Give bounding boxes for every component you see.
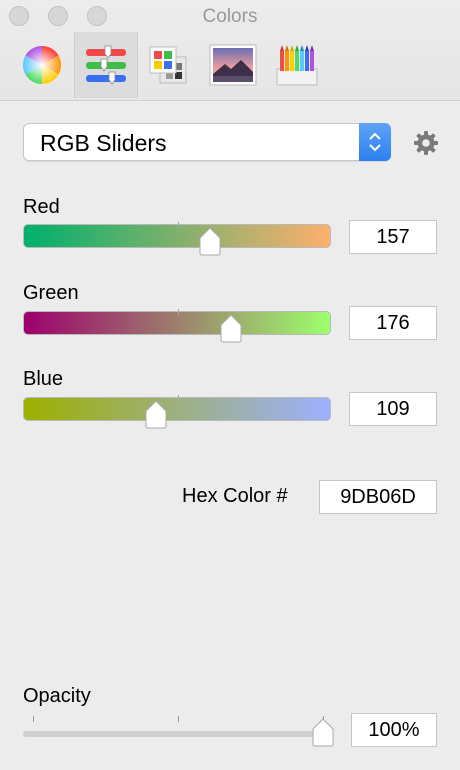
opacity-slider-track[interactable] <box>23 731 323 737</box>
red-value-field[interactable]: 157 <box>349 220 437 254</box>
tab-color-palettes[interactable] <box>137 32 199 98</box>
opacity-value-field[interactable]: 100% <box>351 713 437 747</box>
sliders-icon <box>86 45 126 85</box>
hex-color-label: Hex Color # <box>182 485 288 507</box>
popup-stepper[interactable] <box>359 123 391 161</box>
red-slider-thumb[interactable] <box>198 226 222 256</box>
tab-color-wheel[interactable] <box>11 32 73 98</box>
blue-slider-track[interactable] <box>23 395 331 421</box>
blue-slider-thumb[interactable] <box>144 399 168 429</box>
landscape-image-icon <box>209 44 257 86</box>
titlebar: Colors <box>0 0 460 101</box>
green-label: Green <box>23 282 79 304</box>
blue-label: Blue <box>23 368 64 390</box>
green-slider-thumb[interactable] <box>219 313 243 343</box>
color-mode-label: RGB Sliders <box>40 130 167 156</box>
palettes-icon <box>149 46 187 84</box>
tab-image-palettes[interactable] <box>202 32 264 98</box>
blue-value-field[interactable]: 109 <box>349 392 437 426</box>
tab-color-sliders[interactable] <box>74 32 138 98</box>
up-down-chevron-icon <box>369 132 381 152</box>
slider-tick-mark <box>178 222 179 228</box>
opacity-label: Opacity <box>23 685 91 707</box>
opacity-slider-thumb[interactable] <box>311 717 335 747</box>
tab-pencils[interactable] <box>266 32 328 98</box>
green-slider-track[interactable] <box>23 309 331 335</box>
gear-icon[interactable] <box>413 130 439 156</box>
opacity-tick <box>33 716 34 722</box>
color-wheel-icon <box>22 45 62 85</box>
red-label: Red <box>23 196 60 218</box>
hex-color-field[interactable]: 9DB06D <box>319 480 437 514</box>
slider-tick-mark <box>178 395 179 401</box>
green-value-field[interactable]: 176 <box>349 306 437 340</box>
window-title: Colors <box>202 6 258 27</box>
slider-tick-mark <box>178 309 179 315</box>
red-slider-track[interactable] <box>23 222 331 248</box>
pencils-icon <box>276 45 318 86</box>
color-mode-popup[interactable]: RGB Sliders <box>23 123 391 161</box>
opacity-tick <box>178 716 179 722</box>
